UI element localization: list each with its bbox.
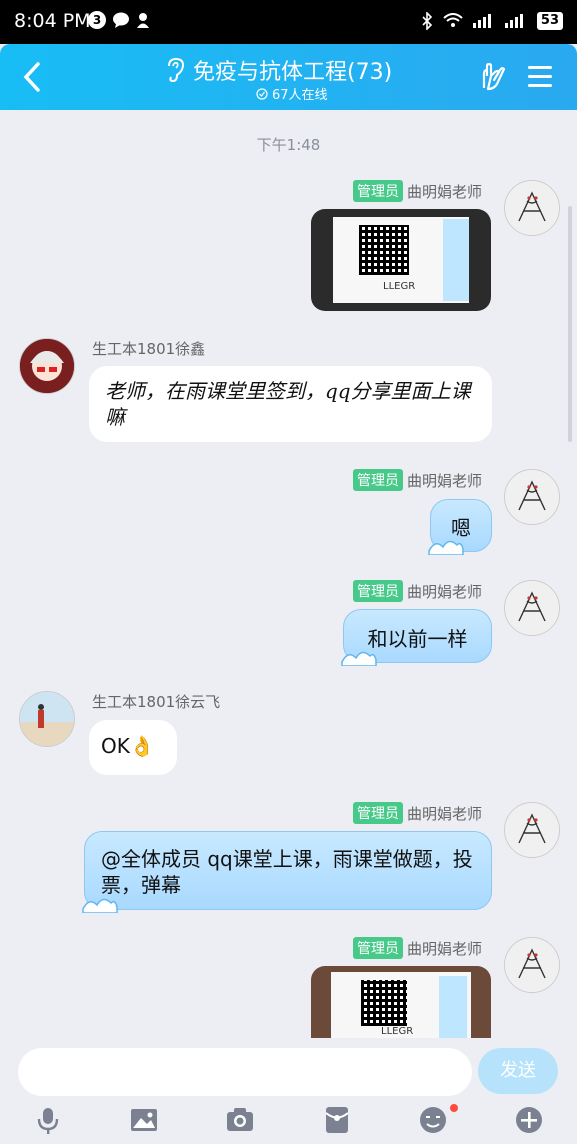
plus-icon[interactable] xyxy=(513,1104,545,1136)
message-bubble[interactable]: 老师，在雨课堂里签到，qq分享里面上课嘛 xyxy=(89,366,492,442)
bluetooth-icon xyxy=(422,12,433,30)
sketch-avatar-icon xyxy=(505,181,559,235)
new-emoji-badge xyxy=(450,1104,458,1112)
page-title: 免疫与抗体工程(73) xyxy=(193,60,393,85)
signal-icon xyxy=(472,14,491,28)
sender-name: 曲明娟老师 xyxy=(406,804,482,823)
status-bar: 8:04 PM 3 53 xyxy=(0,0,577,44)
user-icon xyxy=(137,13,149,28)
group-title[interactable]: 免疫与抗体工程(73) xyxy=(165,54,392,86)
qr-code xyxy=(361,980,407,1026)
admin-badge: 管理员 xyxy=(352,802,403,824)
avatar-student-1[interactable] xyxy=(19,338,75,394)
beach-avatar-icon xyxy=(20,692,74,746)
message-bubble[interactable]: @全体成员 qq课堂上课，雨课堂做题，投票，弹幕 xyxy=(82,831,492,913)
avatar-teacher[interactable] xyxy=(504,937,560,993)
ear-icon xyxy=(168,57,185,83)
image-caption: LLEGR xyxy=(381,1026,414,1037)
image-caption: LLEGR xyxy=(383,281,416,292)
emoji-icon[interactable] xyxy=(417,1104,449,1136)
check-circle-icon xyxy=(256,87,268,100)
sender-name: 曲明娟老师 xyxy=(406,471,482,490)
image-icon[interactable] xyxy=(128,1104,160,1136)
shared-image[interactable]: LLEGR xyxy=(311,966,491,1038)
shared-image[interactable]: LLEGR xyxy=(311,209,491,311)
notification-count-icon: 3 xyxy=(88,11,106,29)
wave-icon xyxy=(341,651,377,666)
message-bubble[interactable]: 嗯 xyxy=(428,499,492,555)
message-text: 老师，在雨课堂里签到，qq分享里面上课嘛 xyxy=(105,379,471,429)
wave-icon xyxy=(428,540,464,555)
avatar-student-2[interactable] xyxy=(19,691,75,747)
sender-name: 曲明娟老师 xyxy=(406,182,482,201)
status-time: 8:04 PM xyxy=(14,10,91,32)
chat-bubble-icon xyxy=(113,12,129,28)
sender-name: 曲明娟老师 xyxy=(406,939,482,958)
wifi-icon xyxy=(443,13,463,27)
sketch-avatar-icon xyxy=(505,581,559,635)
sender-row: 生工本1801徐云飞 xyxy=(92,691,220,712)
sender-row: 生工本1801徐鑫 xyxy=(92,338,205,359)
sender-row: 管理员 曲明娟老师 xyxy=(352,180,482,202)
signal-icon-2 xyxy=(504,14,523,28)
online-count: 67人在线 xyxy=(256,84,328,103)
sender-name: 曲明娟老师 xyxy=(406,582,482,601)
message-text: @全体成员 qq课堂上课，雨课堂做题，投票，弹幕 xyxy=(101,847,473,897)
red-packet-icon[interactable] xyxy=(321,1104,353,1136)
admin-badge: 管理员 xyxy=(352,937,403,959)
message-bubble[interactable]: 和以前一样 xyxy=(341,609,492,666)
avatar-teacher[interactable] xyxy=(504,580,560,636)
microphone-icon[interactable] xyxy=(32,1104,64,1136)
sender-name: 生工本1801徐鑫 xyxy=(92,340,206,358)
hand-gesture-icon[interactable] xyxy=(478,62,508,92)
avatar-teacher[interactable] xyxy=(504,469,560,525)
avatar-teacher[interactable] xyxy=(504,180,560,236)
sender-row: 管理员 曲明娟老师 xyxy=(352,937,482,959)
message-text: 和以前一样 xyxy=(367,627,468,651)
sketch-avatar-icon xyxy=(505,470,559,524)
sender-row: 管理员 曲明娟老师 xyxy=(352,802,482,824)
message-input[interactable] xyxy=(18,1048,472,1096)
cartoon-avatar-icon xyxy=(20,339,74,393)
message-text: OK👌 xyxy=(101,734,155,758)
admin-badge: 管理员 xyxy=(352,180,403,202)
scrollbar[interactable] xyxy=(568,206,572,442)
camera-icon[interactable] xyxy=(224,1104,256,1136)
sender-row: 管理员 曲明娟老师 xyxy=(352,580,482,602)
wave-icon xyxy=(82,898,118,913)
admin-badge: 管理员 xyxy=(352,469,403,491)
avatar-teacher[interactable] xyxy=(504,802,560,858)
chat-header: 免疫与抗体工程(73) 67人在线 xyxy=(0,44,577,110)
menu-icon[interactable] xyxy=(526,64,554,90)
sketch-avatar-icon xyxy=(505,803,559,857)
battery-icon: 53 xyxy=(536,12,563,30)
back-arrow-icon[interactable] xyxy=(18,60,48,94)
admin-badge: 管理员 xyxy=(352,580,403,602)
send-button[interactable]: 发送 xyxy=(478,1048,558,1094)
sketch-avatar-icon xyxy=(505,938,559,992)
online-label: 67人在线 xyxy=(272,88,328,103)
message-bubble[interactable]: OK👌 xyxy=(89,720,177,775)
input-toolbar xyxy=(0,1100,577,1144)
message-timestamp: 下午1:48 xyxy=(256,136,321,154)
qr-code xyxy=(359,225,409,275)
sender-name: 生工本1801徐云飞 xyxy=(92,693,221,711)
sender-row: 管理员 曲明娟老师 xyxy=(352,469,482,491)
